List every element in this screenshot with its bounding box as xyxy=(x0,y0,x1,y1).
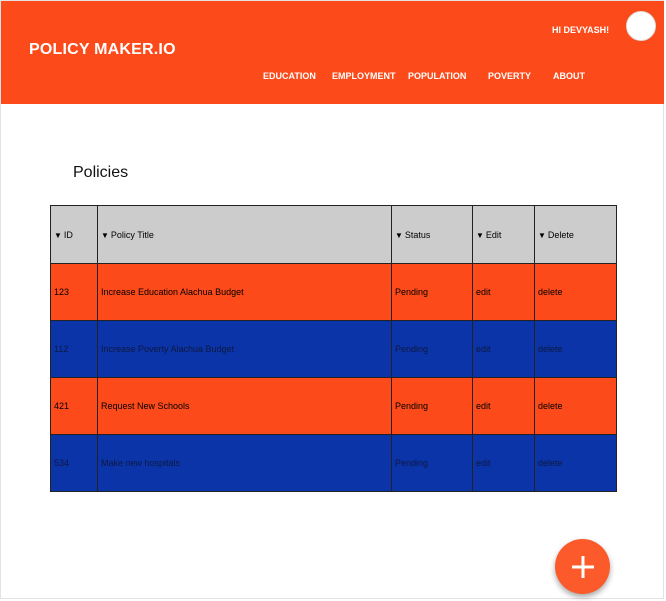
cell-status: Pending xyxy=(391,377,473,435)
caret-down-icon: ▼ xyxy=(476,230,484,240)
table-row: 534 Make new hospitals Pending edit dele… xyxy=(50,434,617,492)
column-header-delete[interactable]: ▼ Delete xyxy=(534,205,617,264)
delete-link[interactable]: delete xyxy=(534,377,617,435)
cell-status: Pending xyxy=(391,434,473,492)
column-header-edit[interactable]: ▼ Edit xyxy=(472,205,535,264)
column-header-id[interactable]: ▼ ID xyxy=(50,205,98,264)
column-header-policy-title[interactable]: ▼ Policy Title xyxy=(97,205,392,264)
policies-table: ▼ ID ▼ Policy Title ▼ Status ▼ Edit ▼ Delete … xyxy=(50,205,617,492)
caret-down-icon: ▼ xyxy=(395,230,403,240)
delete-link[interactable]: delete xyxy=(534,320,617,378)
nav-about[interactable]: ABOUT xyxy=(553,71,585,81)
column-header-label: Delete xyxy=(547,229,574,240)
caret-down-icon: ▼ xyxy=(101,230,109,240)
delete-link[interactable]: delete xyxy=(534,263,617,321)
column-header-label: Status xyxy=(404,229,431,240)
cell-id: 421 xyxy=(50,377,98,435)
column-header-label: Edit xyxy=(485,229,502,240)
edit-link[interactable]: edit xyxy=(472,263,535,321)
nav-population[interactable]: POPULATION xyxy=(408,71,466,81)
nav-employment[interactable]: EMPLOYMENT xyxy=(332,71,396,81)
top-header: POLICY MAKER.IO HI DEVYASH! EDUCATION EM… xyxy=(1,1,664,104)
table-header-row: ▼ ID ▼ Policy Title ▼ Status ▼ Edit ▼ Delete xyxy=(50,205,617,264)
table-row: 123 Increase Education Alachua Budget Pe… xyxy=(50,263,617,321)
cell-status: Pending xyxy=(391,320,473,378)
delete-link[interactable]: delete xyxy=(534,434,617,492)
table-row: 421 Request New Schools Pending edit del… xyxy=(50,377,617,435)
edit-link[interactable]: edit xyxy=(472,434,535,492)
caret-down-icon: ▼ xyxy=(54,230,62,240)
user-greeting: HI DEVYASH! xyxy=(552,25,610,35)
column-header-label: ID xyxy=(63,229,73,240)
brand-logo[interactable]: POLICY MAKER.IO xyxy=(29,41,176,59)
add-policy-button[interactable] xyxy=(555,539,610,594)
avatar[interactable] xyxy=(626,11,656,41)
cell-policy-title: Request New Schools xyxy=(97,377,392,435)
plus-icon xyxy=(571,555,594,578)
cell-id: 123 xyxy=(50,263,98,321)
nav-education[interactable]: EDUCATION xyxy=(263,71,316,81)
edit-link[interactable]: edit xyxy=(472,377,535,435)
page-title: Policies xyxy=(73,164,129,181)
edit-link[interactable]: edit xyxy=(472,320,535,378)
caret-down-icon: ▼ xyxy=(538,230,546,240)
nav-poverty[interactable]: POVERTY xyxy=(488,71,531,81)
column-header-label: Policy Title xyxy=(110,229,154,240)
cell-policy-title: Increase Education Alachua Budget xyxy=(97,263,392,321)
cell-policy-title: Increase Poverty Alachua Budget xyxy=(97,320,392,378)
cell-id: 534 xyxy=(50,434,98,492)
cell-id: 112 xyxy=(50,320,98,378)
table-row: 112 Increase Poverty Alachua Budget Pend… xyxy=(50,320,617,378)
cell-status: Pending xyxy=(391,263,473,321)
cell-policy-title: Make new hospitals xyxy=(97,434,392,492)
column-header-status[interactable]: ▼ Status xyxy=(391,205,473,264)
